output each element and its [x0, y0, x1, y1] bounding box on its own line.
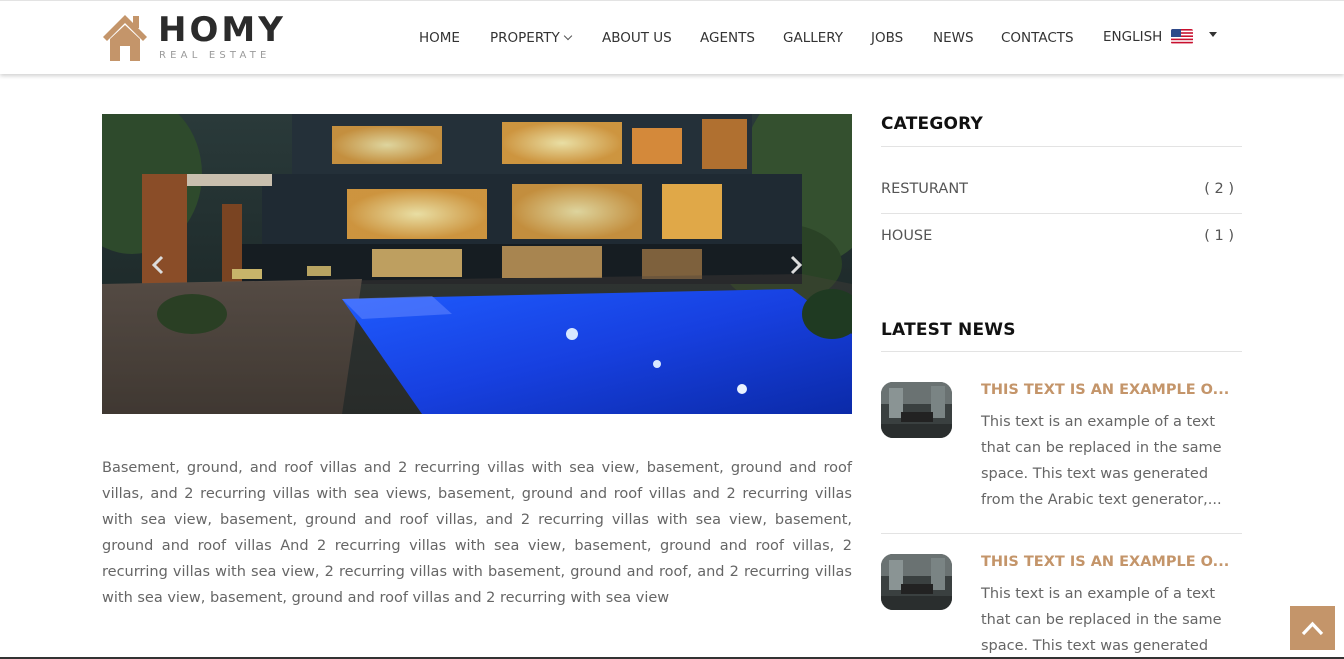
site-header: HOMY REAL ESTATE HOME PROPERTY ABOUT US … — [0, 0, 1344, 74]
news-thumbnail[interactable] — [881, 554, 952, 610]
house-logo-icon — [103, 15, 147, 61]
category-heading: CATEGORY — [881, 114, 983, 134]
divider — [881, 213, 1242, 214]
news-item: THIS TEXT IS AN EXAMPLE O... This text i… — [881, 554, 1242, 659]
nav-news[interactable]: NEWS — [933, 29, 974, 47]
nav-agents[interactable]: AGENTS — [700, 29, 755, 47]
news-item: THIS TEXT IS AN EXAMPLE O... This text i… — [881, 382, 1242, 532]
category-count: ( 1 ) — [1204, 228, 1234, 244]
caret-down-icon — [1208, 32, 1217, 37]
divider — [881, 146, 1242, 147]
category-name: HOUSE — [881, 228, 933, 244]
news-excerpt: This text is an example of a text that c… — [981, 414, 1222, 508]
category-item[interactable]: RESTURANT ( 2 ) — [881, 181, 1242, 227]
nav-jobs[interactable]: JOBS — [871, 29, 903, 47]
chevron-down-icon — [563, 31, 572, 41]
villa-pool-photo — [102, 114, 852, 414]
nav-gallery[interactable]: GALLERY — [783, 29, 843, 47]
category-name: RESTURANT — [881, 181, 969, 197]
logo-title: HOMY — [158, 10, 286, 50]
image-carousel — [102, 114, 852, 414]
category-item[interactable]: HOUSE ( 1 ) — [881, 228, 1242, 274]
category-count: ( 2 ) — [1204, 181, 1234, 197]
nav-home[interactable]: HOME — [419, 29, 460, 47]
divider — [881, 351, 1242, 352]
news-thumbnail[interactable] — [881, 382, 952, 438]
property-description: Basement, ground, and roof villas and 2 … — [102, 460, 852, 606]
nav-property-label: PROPERTY — [490, 30, 560, 46]
language-label: ENGLISH — [1103, 29, 1163, 45]
nav-property[interactable]: PROPERTY — [490, 29, 572, 47]
nav-contacts[interactable]: CONTACTS — [1001, 29, 1074, 47]
nav-about-us[interactable]: ABOUT US — [602, 29, 672, 47]
carousel-next-button[interactable] — [784, 254, 806, 276]
news-title[interactable]: THIS TEXT IS AN EXAMPLE O... — [981, 554, 1229, 570]
carousel-prev-button[interactable] — [148, 254, 170, 276]
chevron-up-icon — [1301, 621, 1324, 636]
latest-news-heading: LATEST NEWS — [881, 320, 1016, 340]
logo[interactable]: HOMY REAL ESTATE — [102, 10, 292, 65]
back-to-top-button[interactable] — [1290, 606, 1335, 650]
news-excerpt: This text is an example of a text that c… — [981, 586, 1222, 654]
language-selector[interactable]: ENGLISH — [1103, 28, 1217, 46]
logo-subtitle: REAL ESTATE — [159, 50, 271, 61]
news-title[interactable]: THIS TEXT IS AN EXAMPLE O... — [981, 382, 1229, 398]
us-flag-icon — [1170, 28, 1193, 44]
divider — [881, 533, 1242, 534]
